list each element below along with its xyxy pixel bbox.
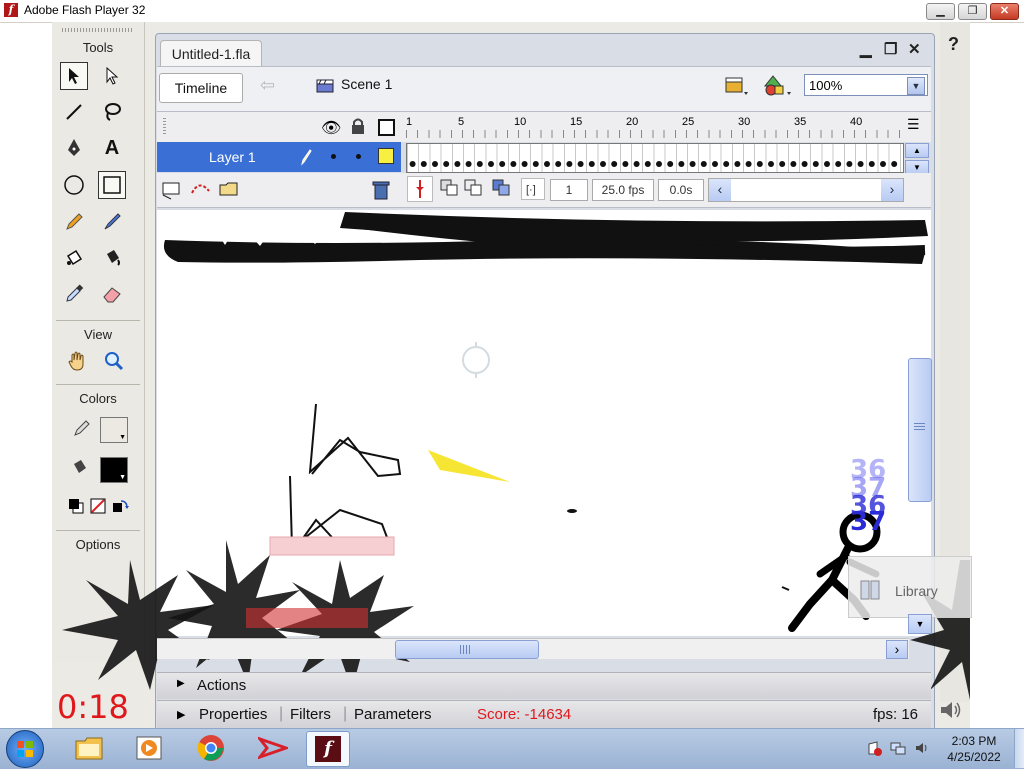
- ink-scribble-top: [340, 212, 928, 242]
- taskbar-app[interactable]: [252, 731, 294, 765]
- start-button[interactable]: [6, 730, 44, 768]
- chrome-icon: [197, 735, 224, 761]
- taskbar-chrome[interactable]: [190, 731, 232, 765]
- library-panel[interactable]: Library: [848, 556, 972, 618]
- red-arrow-icon: [258, 736, 288, 760]
- stage-vscroll-thumb[interactable]: [908, 358, 932, 502]
- bullet: [567, 509, 577, 513]
- action-center-icon[interactable]: [866, 740, 882, 756]
- taskbar-flash-player[interactable]: f: [306, 731, 350, 767]
- show-desktop-button[interactable]: [1014, 729, 1024, 768]
- clock-time: 2:03 PM: [951, 734, 997, 748]
- windows-logo-icon: [17, 741, 33, 757]
- triangle-right-icon: ▶: [177, 709, 186, 721]
- game-timer: 0:18: [57, 688, 129, 726]
- crosshair-icon: [462, 346, 490, 374]
- health-bar: [246, 608, 368, 628]
- triangle-right-icon: ▶: [177, 678, 185, 689]
- folder-icon: [75, 737, 103, 760]
- library-book-icon: [860, 580, 880, 600]
- library-label: Library: [895, 583, 938, 599]
- damage-number: 37: [850, 507, 887, 537]
- health-bar-trace: [269, 536, 395, 556]
- clock-date: 4/25/2022: [947, 750, 1001, 764]
- network-icon[interactable]: [890, 740, 906, 756]
- filters-tab[interactable]: Filters: [290, 706, 331, 723]
- fps-counter: fps: 16: [873, 706, 919, 723]
- media-player-icon: [136, 736, 162, 760]
- tab-separator: |: [343, 705, 348, 722]
- actions-panel-bar[interactable]: ▶ Actions: [157, 672, 931, 699]
- taskbar-clock[interactable]: 2:03 PM 4/25/2022: [942, 733, 1006, 765]
- muzzle-flash: [428, 450, 510, 482]
- chevron-right-icon[interactable]: ›: [886, 640, 908, 659]
- chevron-down-icon[interactable]: ▼: [908, 614, 932, 634]
- parameters-tab[interactable]: Parameters: [354, 706, 432, 723]
- stage-hscroll-thumb[interactable]: [395, 640, 539, 659]
- actions-label[interactable]: Actions: [197, 677, 246, 694]
- properties-tab[interactable]: Properties: [199, 706, 267, 723]
- score-text: Score: -14634: [477, 706, 572, 723]
- flash-app-icon: f: [315, 736, 341, 762]
- taskbar-media-player[interactable]: [128, 731, 170, 765]
- volume-icon[interactable]: [914, 740, 930, 756]
- tab-separator: |: [279, 705, 284, 722]
- speaker-icon[interactable]: [938, 698, 964, 722]
- grip-icon: [460, 645, 470, 654]
- enemy-figure: [308, 403, 402, 478]
- taskbar-explorer[interactable]: [68, 731, 110, 765]
- grip-icon: [914, 423, 925, 431]
